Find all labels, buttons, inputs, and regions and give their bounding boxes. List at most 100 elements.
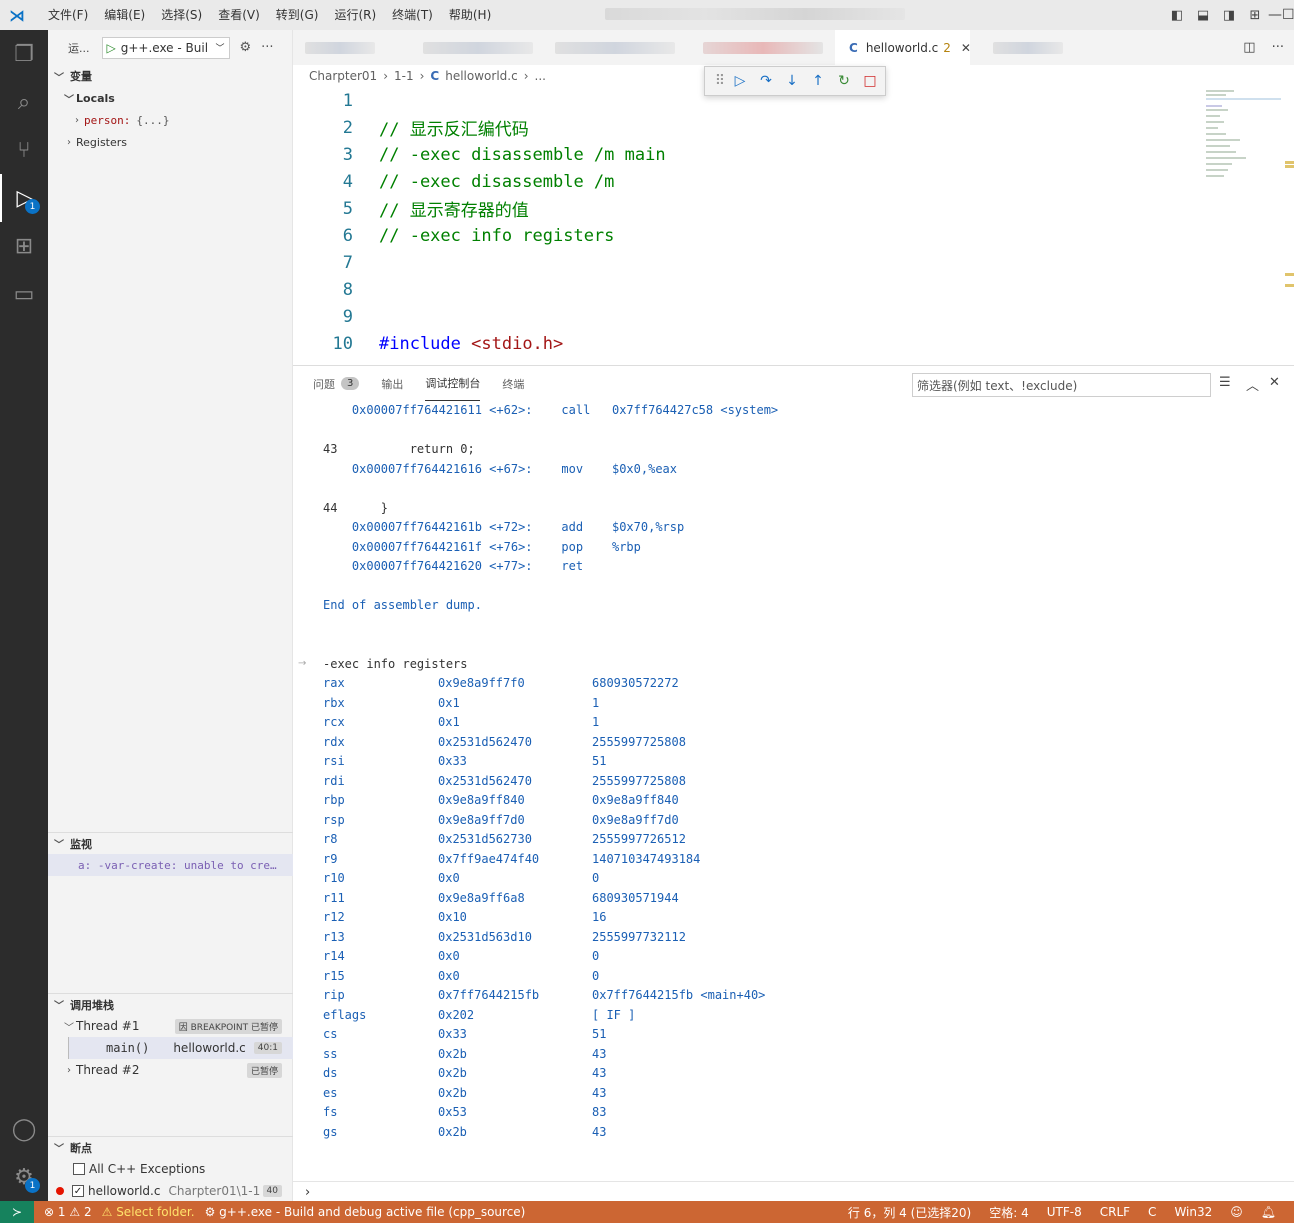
breakpoint-exceptions[interactable]: All C++ Exceptions: [48, 1158, 293, 1180]
menu-help[interactable]: 帮助(H): [441, 0, 499, 30]
close-tab-icon[interactable]: ✕: [961, 41, 971, 55]
menu-file[interactable]: 文件(F): [40, 0, 96, 30]
run-and-debug-sidebar: 运... ▷ g++.exe - Buil ﹀ ⚙ ··· ﹀ 变量 ﹀ Loc…: [48, 30, 293, 1201]
breadcrumb-symbol[interactable]: ...: [535, 69, 546, 83]
thread-1[interactable]: ﹀ Thread #1 因 BREAKPOINT 已暂停: [48, 1015, 293, 1037]
drag-handle-icon[interactable]: ⠿: [713, 73, 727, 89]
split-editor-icon[interactable]: ◫: [1243, 40, 1255, 55]
locals-scope[interactable]: ﹀ Locals: [48, 87, 293, 109]
exceptions-checkbox[interactable]: [73, 1163, 85, 1175]
variable-person[interactable]: › person: {...}: [48, 109, 293, 131]
call-stack-section-header[interactable]: ﹀ 调用堆栈: [48, 993, 293, 1015]
blurred-tab[interactable]: [993, 42, 1063, 54]
launch-config-status[interactable]: ⚙ g++.exe - Build and debug active file …: [205, 1205, 526, 1219]
blurred-tab[interactable]: [305, 42, 375, 54]
language-mode[interactable]: C: [1148, 1205, 1156, 1219]
variable-name: person:: [84, 113, 131, 127]
breakpoint-checkbox[interactable]: ✓: [72, 1185, 84, 1197]
run-debug-icon[interactable]: ▷ 1: [0, 174, 48, 222]
toggle-sidebar-icon[interactable]: ◧: [1164, 8, 1190, 23]
stack-frame-main[interactable]: main() helloworld.c 40:1: [68, 1037, 293, 1059]
maximize-panel-icon[interactable]: ︿: [1246, 375, 1259, 394]
register-hex: 0x7ff9ae474f40: [438, 851, 540, 866]
code-editor[interactable]: 1 2 // 显示反汇编代码 3 // -exec disassemble /m…: [293, 87, 1203, 365]
breadcrumb-folder[interactable]: Charpter01: [309, 69, 377, 83]
c-file-icon: C: [430, 69, 440, 83]
notifications-bell-icon[interactable]: 🔔︎: [1261, 1205, 1276, 1219]
step-over-icon[interactable]: ↷: [753, 73, 779, 89]
menu-selection[interactable]: 选择(S): [153, 0, 210, 30]
tab-terminal[interactable]: 终端: [502, 366, 524, 401]
close-panel-icon[interactable]: ✕: [1269, 375, 1280, 390]
minimap[interactable]: [1203, 87, 1294, 365]
extensions-icon[interactable]: ⊞: [0, 222, 48, 270]
tab-helloworld[interactable]: C helloworld.c 2 ✕: [835, 30, 971, 65]
toggle-panel-icon[interactable]: ⬓: [1190, 8, 1216, 23]
register-hex: 0x0: [438, 871, 460, 885]
select-folder-status[interactable]: ⚠ Select folder.: [102, 1205, 195, 1219]
stop-icon[interactable]: □: [857, 73, 883, 89]
locals-label: Locals: [76, 91, 115, 105]
search-icon[interactable]: ⌕: [0, 78, 48, 126]
platform[interactable]: Win32: [1174, 1205, 1212, 1219]
minimize-icon[interactable]: —: [1268, 7, 1282, 23]
breakpoints-section-header[interactable]: ﹀ 断点: [48, 1136, 293, 1158]
registers-scope[interactable]: › Registers: [48, 131, 293, 153]
asm-line: 0x00007ff764421616 <+67>: mov $0x0,%eax: [323, 461, 678, 476]
breakpoint-helloworld[interactable]: ✓ helloworld.c Charpter01\1-1 40: [48, 1180, 293, 1202]
debug-console-input[interactable]: ›: [293, 1181, 1294, 1203]
register-name: rax: [323, 676, 345, 690]
tab-debug-console[interactable]: 调试控制台: [425, 366, 481, 401]
more-actions-icon[interactable]: ···: [261, 40, 273, 55]
open-launch-json-icon[interactable]: ⚙: [240, 40, 252, 55]
watch-title: 监视: [70, 837, 92, 851]
more-actions-icon[interactable]: ···: [1272, 40, 1284, 55]
menu-view[interactable]: 查看(V): [210, 0, 268, 30]
tab-problems[interactable]: 问题 3: [313, 366, 360, 401]
step-into-icon[interactable]: ↓: [779, 73, 805, 89]
watch-item[interactable]: a: -var-create: unable to cre…: [48, 854, 293, 876]
console-filter-input[interactable]: 筛选器(例如 text、!exclude): [912, 373, 1211, 397]
feedback-icon[interactable]: ☺: [1230, 1205, 1243, 1219]
remote-indicator-icon[interactable]: ≻: [0, 1201, 34, 1223]
account-icon[interactable]: ◯: [0, 1105, 48, 1153]
continue-icon[interactable]: ▷: [727, 73, 753, 89]
select-folder-text: Select folder.: [116, 1205, 195, 1219]
clear-console-icon[interactable]: ☰: [1219, 375, 1231, 390]
menu-edit[interactable]: 编辑(E): [96, 0, 153, 30]
menu-go[interactable]: 转到(G): [268, 0, 327, 30]
breadcrumb-file[interactable]: helloworld.c: [445, 69, 517, 83]
variables-section-header[interactable]: ﹀ 变量: [48, 65, 293, 87]
source-control-icon[interactable]: ⑂: [0, 126, 48, 174]
debug-console-output[interactable]: 0x00007ff764421611 <+62>: call 0x7ff7644…: [293, 401, 1294, 1171]
toggle-secondary-sidebar-icon[interactable]: ◨: [1216, 8, 1242, 23]
maximize-icon[interactable]: ☐: [1282, 7, 1294, 23]
remote-explorer-icon[interactable]: ▭: [0, 270, 48, 318]
register-hex: 0x2b: [438, 1124, 467, 1139]
watch-section-header[interactable]: ﹀ 监视: [48, 832, 293, 854]
blurred-tab[interactable]: [703, 42, 823, 54]
thread-2[interactable]: › Thread #2 已暂停: [48, 1059, 293, 1081]
blurred-tab[interactable]: [423, 42, 533, 54]
settings-gear-icon[interactable]: ⚙ 1: [0, 1153, 48, 1201]
encoding[interactable]: UTF-8: [1047, 1205, 1082, 1219]
step-out-icon[interactable]: ↑: [805, 73, 831, 89]
problems-status[interactable]: ⊗ 1 ⚠ 2: [44, 1205, 92, 1219]
error-icon: ⊗: [44, 1205, 55, 1219]
cursor-position[interactable]: 行 6，列 4 (已选择20): [848, 1204, 971, 1221]
tab-output[interactable]: 输出: [381, 366, 403, 401]
start-debugging-icon[interactable]: ▷: [107, 41, 116, 55]
customize-layout-icon[interactable]: ⊞: [1242, 8, 1268, 23]
launch-config-dropdown[interactable]: ▷ g++.exe - Buil ﹀: [101, 36, 230, 59]
restart-icon[interactable]: ↻: [831, 73, 857, 89]
breadcrumb-subfolder[interactable]: 1-1: [394, 69, 414, 83]
line-ending[interactable]: CRLF: [1100, 1205, 1130, 1219]
menu-run[interactable]: 运行(R): [326, 0, 384, 30]
explorer-icon[interactable]: ❐: [0, 30, 48, 78]
indentation[interactable]: 空格: 4: [989, 1204, 1029, 1221]
blurred-tab[interactable]: [555, 42, 675, 54]
thread-1-status-badge: 因 BREAKPOINT 已暂停: [174, 1018, 282, 1034]
chevron-down-icon: ﹀: [215, 44, 225, 54]
menu-terminal[interactable]: 终端(T): [384, 0, 441, 30]
line-number: 7: [342, 252, 353, 273]
